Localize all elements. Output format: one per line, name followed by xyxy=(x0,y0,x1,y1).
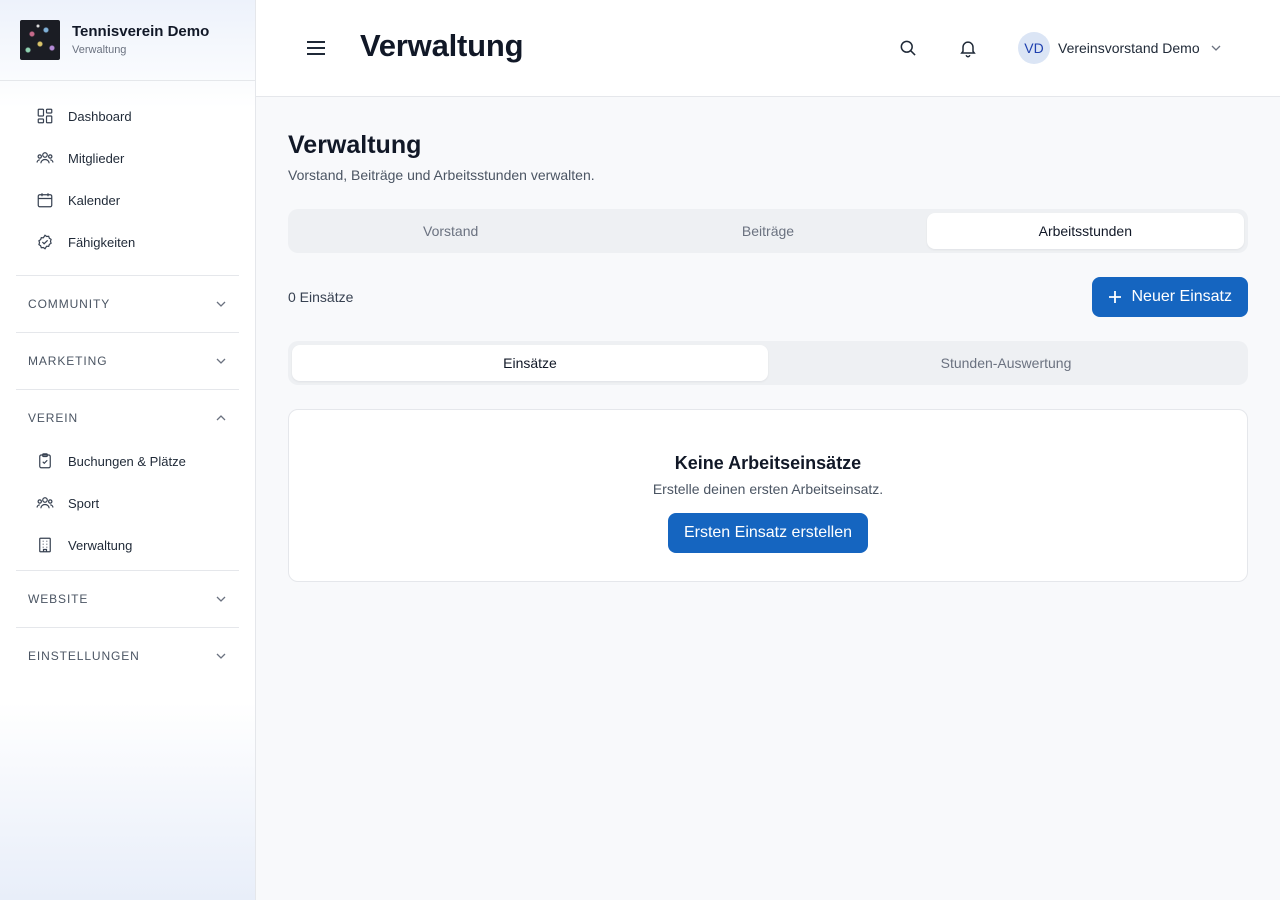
page-title: Verwaltung xyxy=(288,131,422,159)
avatar: VD xyxy=(1018,32,1050,64)
hamburger-icon xyxy=(307,41,325,55)
sidebar-item-label: Dashboard xyxy=(68,108,132,124)
brand-title: Tennisverein Demo xyxy=(72,23,210,40)
tab-arbeitsstunden[interactable]: Arbeitsstunden xyxy=(926,213,1244,249)
tab-einsaetze[interactable]: Einsätze xyxy=(292,345,768,381)
sidebar: Tennisverein Demo Verwaltung Dashboard M… xyxy=(0,0,256,900)
sidebar-item-kalender[interactable]: Kalender xyxy=(16,179,239,221)
sidebar-item-label: Sport xyxy=(68,495,100,511)
sidebar-item-label: Fähigkeiten xyxy=(68,234,136,250)
einsaetze-count: 0 Einsätze xyxy=(288,289,354,305)
section-marketing[interactable]: MARKETING xyxy=(16,333,239,389)
top-bar: Verwaltung VD Vereinsvorstand Demo xyxy=(256,0,1280,97)
new-einsatz-label: Neuer Einsatz xyxy=(1131,288,1233,305)
tab-beitraege[interactable]: Beiträge xyxy=(609,213,926,249)
sidebar-item-label: Buchungen & Plätze xyxy=(68,453,186,469)
sidebar-item-verwaltung[interactable]: Verwaltung xyxy=(16,524,239,566)
menu-toggle-button[interactable] xyxy=(304,36,328,60)
chevron-down-icon xyxy=(216,653,226,659)
sidebar-item-label: Verwaltung xyxy=(68,537,133,553)
check-circle-icon xyxy=(38,234,52,250)
plus-icon xyxy=(1108,291,1121,303)
section-label: WEBSITE xyxy=(28,592,89,606)
page-subtitle: Vorstand, Beiträge und Arbeitsstunden ve… xyxy=(288,167,595,183)
dashboard-icon xyxy=(37,108,53,124)
sidebar-item-sport[interactable]: Sport xyxy=(16,482,239,524)
brand[interactable]: Tennisverein Demo Verwaltung xyxy=(0,0,255,81)
empty-state-subtitle: Erstelle deinen ersten Arbeitseinsatz. xyxy=(652,481,884,497)
section-label: COMMUNITY xyxy=(28,297,111,311)
sidebar-item-label: Mitglieder xyxy=(68,150,125,166)
user-name: Vereinsvorstand Demo xyxy=(1058,40,1200,56)
sidebar-item-faehigkeiten[interactable]: Fähigkeiten xyxy=(16,221,239,263)
new-einsatz-button[interactable]: Neuer Einsatz xyxy=(1091,277,1248,317)
chevron-down-icon xyxy=(216,358,226,364)
chevron-down-icon xyxy=(216,301,226,307)
empty-state-card: Keine Arbeitseinsätze Erstelle deinen er… xyxy=(288,409,1248,582)
sidebar-item-dashboard[interactable]: Dashboard xyxy=(16,95,239,137)
clipboard-check-icon xyxy=(39,453,51,469)
club-logo xyxy=(20,20,60,60)
sidebar-item-label: Kalender xyxy=(68,192,121,208)
sidebar-item-mitglieder[interactable]: Mitglieder xyxy=(16,137,239,179)
section-label: EINSTELLUNGEN xyxy=(28,649,140,663)
bell-icon xyxy=(960,41,976,58)
create-first-einsatz-button[interactable]: Ersten Einsatz erstellen xyxy=(667,513,869,553)
users-icon xyxy=(36,152,54,164)
user-menu[interactable]: VD Vereinsvorstand Demo xyxy=(1018,32,1222,64)
section-verein[interactable]: VEREIN xyxy=(16,390,239,446)
chevron-down-icon xyxy=(216,596,226,602)
users-icon xyxy=(36,497,54,509)
section-community[interactable]: COMMUNITY xyxy=(16,276,239,332)
sidebar-nav: Dashboard Mitglieder Kalender Fähigkeite… xyxy=(0,81,255,684)
notifications-button[interactable] xyxy=(956,36,980,60)
section-einstellungen[interactable]: EINSTELLUNGEN xyxy=(16,628,239,684)
tab-vorstand[interactable]: Vorstand xyxy=(292,213,609,249)
chevron-up-icon xyxy=(216,415,226,421)
brand-subtitle: Verwaltung xyxy=(72,44,127,56)
search-icon xyxy=(900,40,916,56)
main-tabs: Vorstand Beiträge Arbeitsstunden xyxy=(288,209,1248,253)
tab-stunden-auswertung[interactable]: Stunden-Auswertung xyxy=(768,345,1244,381)
chevron-down-icon xyxy=(1211,45,1221,51)
calendar-icon xyxy=(37,193,53,208)
section-website[interactable]: WEBSITE xyxy=(16,571,239,627)
main-content: Verwaltung Vorstand, Beiträge und Arbeit… xyxy=(288,97,1248,582)
empty-state-title: Keine Arbeitseinsätze xyxy=(674,453,862,473)
section-label: VEREIN xyxy=(28,411,79,425)
section-label: MARKETING xyxy=(28,354,108,368)
sub-tabs: Einsätze Stunden-Auswertung xyxy=(288,341,1248,385)
header-title: Verwaltung xyxy=(360,28,524,63)
search-button[interactable] xyxy=(896,36,920,60)
sidebar-item-buchungen[interactable]: Buchungen & Plätze xyxy=(16,440,239,482)
building-icon xyxy=(39,537,51,553)
